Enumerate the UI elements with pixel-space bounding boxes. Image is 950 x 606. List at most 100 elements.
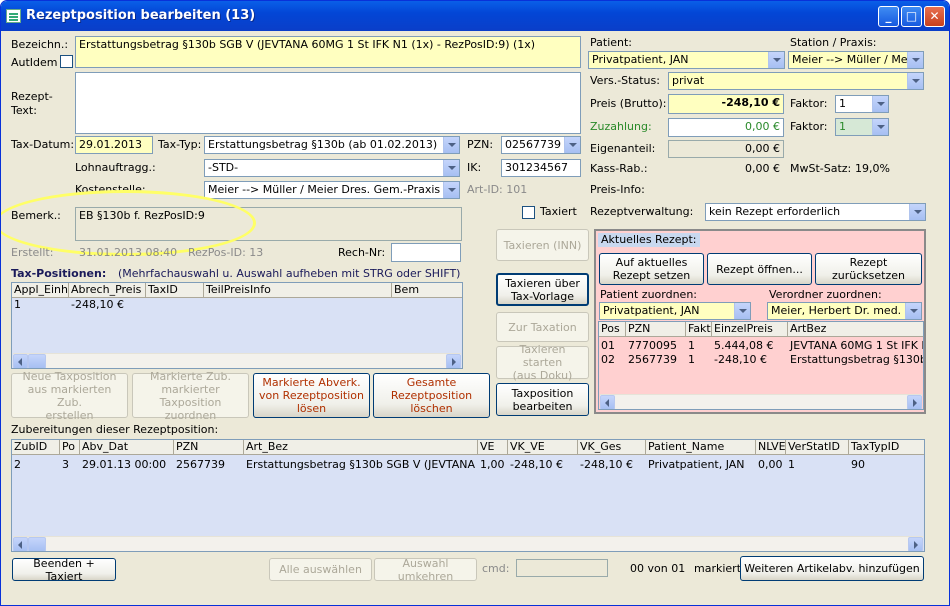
abverk-loesen-button[interactable]: Markierte Abverk. von Rezeptposition lösen [253, 373, 370, 418]
table-row[interactable]: 2 3 29.01.13 00:00 2567739 Erstattungsbe… [12, 458, 924, 472]
autidem-checkbox[interactable] [60, 55, 73, 68]
cell: -248,10 € [580, 458, 633, 471]
chevron-down-icon[interactable] [768, 52, 784, 68]
patient-zuordnen-select[interactable]: Privatpatient, JAN [599, 302, 751, 320]
markierte-zub-zuordnen-button[interactable]: Markierte Zub. markierter Taxposition zuor… [132, 370, 249, 422]
kassrab-label: Kass-Rab.: [590, 162, 648, 175]
bezeichnung-field[interactable]: Erstattungsbetrag §130b SGB V (JEVTANA 6… [75, 36, 581, 68]
auf-aktuelles-rezept-setzen-button[interactable]: Auf aktuelles Rezept setzen [599, 253, 704, 285]
col-taxid[interactable]: TaxID [146, 283, 204, 298]
pzn-select[interactable]: 02567739 [501, 136, 581, 154]
rezepttext-field[interactable] [75, 72, 581, 134]
zurueck-line1: Rezept [849, 256, 888, 269]
lohnauftragg-label: Lohnauftragg.: [75, 161, 156, 174]
cell: 7770095 [628, 339, 677, 352]
col-vk-ve[interactable]: VK_VE [508, 440, 578, 455]
maximize-button[interactable]: □ [901, 6, 922, 27]
col-vk-ges[interactable]: VK_Ges [578, 440, 646, 455]
col-patient-name[interactable]: Patient_Name [646, 440, 756, 455]
rezept-oeffnen-button[interactable]: Rezept öffnen... [707, 253, 812, 285]
scroll-thumb[interactable] [28, 537, 46, 551]
chevron-down-icon[interactable] [443, 160, 459, 176]
zur-taxation-button[interactable]: Zur Taxation [496, 312, 589, 342]
horizontal-scrollbar[interactable] [13, 353, 461, 368]
preis-field[interactable]: -248,10 € [668, 94, 784, 114]
taxtyp-select[interactable]: Erstattungsbetrag §130b (ab 01.02.2013) [204, 136, 460, 154]
horizontal-scrollbar[interactable] [600, 394, 922, 409]
cell: 5.444,08 € [714, 339, 774, 352]
scroll-left-icon[interactable] [600, 395, 615, 409]
scroll-thumb[interactable] [28, 354, 46, 368]
taxdatum-field[interactable]: 29.01.2013 [75, 136, 153, 154]
col-art-bez[interactable]: Art_Bez [244, 440, 478, 455]
chevron-down-icon[interactable] [905, 303, 921, 319]
col-verstatid[interactable]: VerStatID [786, 440, 849, 455]
scroll-left-icon[interactable] [13, 537, 28, 551]
minimize-button[interactable]: _ [878, 6, 899, 27]
taxposition-bearbeiten-button[interactable]: Taxposition bearbeiten [496, 383, 589, 416]
chevron-down-icon[interactable] [564, 137, 580, 153]
taxieren-vorlage-button[interactable]: Taxieren über Tax-Vorlage [496, 273, 589, 306]
faktor1-select[interactable]: 1 [835, 95, 889, 113]
chevron-down-icon[interactable] [872, 119, 888, 135]
chevron-down-icon[interactable] [909, 204, 925, 220]
kostenstelle-select[interactable]: Meier --> Müller / Meier Dres. Gem.-Prax… [204, 181, 460, 199]
col-abrech-preis[interactable]: Abrech_Preis [69, 283, 146, 298]
abverk-line2: von Rezeptposition [258, 389, 365, 402]
faktor2-select[interactable]: 1 [835, 118, 889, 136]
col-pos[interactable]: Pos [599, 322, 626, 337]
col-pzn[interactable]: PZN [174, 440, 244, 455]
col-einzelpreis[interactable]: EinzelPreis [712, 322, 788, 337]
neue-taxposition-button[interactable]: Neue Taxposition aus markierten Zub. erste… [11, 370, 128, 422]
chevron-down-icon[interactable] [734, 303, 750, 319]
col-appl-einh[interactable]: Appl_Einh [12, 283, 69, 298]
chevron-down-icon[interactable] [872, 96, 888, 112]
col-ve[interactable]: VE [478, 440, 508, 455]
rezept-zuruecksetzen-button[interactable]: Rezept zurücksetzen [815, 253, 922, 285]
scroll-right-icon[interactable] [446, 354, 461, 368]
rechnr-field[interactable] [391, 243, 461, 262]
col-pzn[interactable]: PZN [626, 322, 686, 337]
verordner-zuordnen-select[interactable]: Meier, Herbert Dr. med. [767, 302, 922, 320]
markiert-label: markiert [694, 562, 742, 575]
col-artbez[interactable]: ArtBez [788, 322, 923, 337]
taxieren-starten-button[interactable]: Taxieren starten (aus Doku) [496, 343, 589, 382]
table-row[interactable]: 02 2567739 1 -248,10 € Erstattungsbetrag… [599, 353, 923, 367]
col-faktor[interactable]: Fakto [686, 322, 712, 337]
col-po[interactable]: Po [60, 440, 80, 455]
station-select[interactable]: Meier --> Müller / Meier [788, 51, 924, 69]
col-zubid[interactable]: ZubID [12, 440, 60, 455]
close-button[interactable]: ✕ [924, 6, 945, 27]
taxiert-checkbox[interactable] [522, 206, 535, 219]
alle-auswaehlen-button[interactable]: Alle auswählen [269, 558, 372, 581]
col-taxtypid[interactable]: TaxTypID [849, 440, 924, 455]
col-abv-dat[interactable]: Abv_Dat [80, 440, 174, 455]
rezeptposition-loeschen-button[interactable]: Gesamte Rezeptposition löschen [373, 373, 490, 418]
table-row[interactable]: 01 7770095 1 5.444,08 € JEVTANA 60MG 1 S… [599, 339, 923, 353]
col-bem[interactable]: Bem [392, 283, 462, 298]
cmd-label: cmd: [482, 562, 510, 575]
auswahl-umkehren-button[interactable]: Auswahl umkehren [374, 557, 477, 583]
col-nlve[interactable]: NLVE [756, 440, 786, 455]
table-row[interactable]: 1 -248,10 € [12, 298, 462, 312]
ik-field[interactable]: 301234567 [501, 159, 581, 177]
gesamte-line3: löschen [410, 402, 453, 415]
scroll-right-icon[interactable] [907, 395, 922, 409]
scroll-right-icon[interactable] [908, 537, 923, 551]
col-teilpreisinfo[interactable]: TeilPreisInfo [204, 283, 392, 298]
versstatus-select[interactable]: privat [668, 72, 924, 90]
lohnauftragg-select[interactable]: -STD- [204, 159, 460, 177]
horizontal-scrollbar[interactable] [13, 536, 923, 551]
chevron-down-icon[interactable] [443, 137, 459, 153]
chevron-down-icon[interactable] [907, 73, 923, 89]
patient-select[interactable]: Privatpatient, JAN [588, 51, 785, 69]
taxieren-inn-button[interactable]: Taxieren (INN) [496, 229, 589, 261]
chevron-down-icon[interactable] [907, 52, 923, 68]
beenden-taxiert-button[interactable]: Beenden + Taxiert [12, 557, 116, 583]
rezeptverwaltung-select[interactable]: kein Rezept erforderlich [705, 203, 926, 221]
cmd-field[interactable] [516, 559, 608, 577]
chevron-down-icon[interactable] [443, 182, 459, 198]
zuzahlung-field[interactable]: 0,00 € [668, 118, 784, 137]
scroll-left-icon[interactable] [13, 354, 28, 368]
weitere-artikelabv-button[interactable]: Weiteren Artikelabv. hinzufügen [740, 556, 924, 581]
